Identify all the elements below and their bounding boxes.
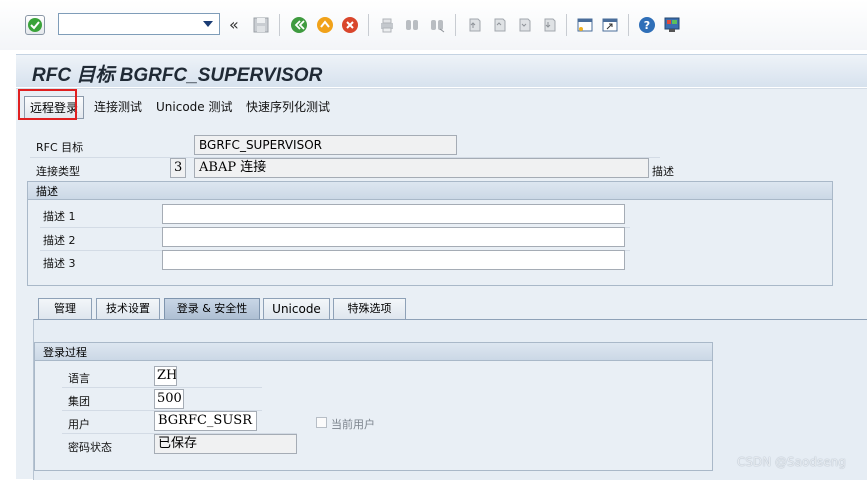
save-icon[interactable] [252, 16, 270, 34]
logon-group-title: 登录过程 [43, 346, 87, 359]
tab-logon-security[interactable]: 登录 & 安全性 [164, 298, 260, 319]
desc3-input[interactable] [162, 250, 625, 270]
language-input[interactable]: ZH [154, 366, 177, 386]
current-user-checkbox[interactable] [316, 417, 327, 428]
conn-type-code-field[interactable]: 3 [170, 158, 186, 178]
rfc-dest-field[interactable]: BGRFC_SUPERVISOR [194, 135, 457, 155]
toolbar-separator [455, 14, 456, 36]
help-icon[interactable]: ? [638, 16, 656, 34]
password-status-label: 密码状态 [68, 441, 112, 454]
last-page-icon[interactable] [540, 16, 558, 34]
rfc-dest-label: RFC 目标 [36, 141, 84, 154]
toolbar-separator [368, 14, 369, 36]
desc-suffix-label: 描述 [652, 165, 674, 178]
chevron-down-icon[interactable] [203, 21, 213, 27]
conn-type-text-field: ABAP 连接 [194, 158, 649, 178]
desc1-input[interactable] [162, 204, 625, 224]
tab-special-options[interactable]: 特殊选项 [333, 298, 406, 319]
system-toolbar: « ? [0, 0, 867, 50]
next-page-icon[interactable] [515, 16, 533, 34]
back-icon[interactable] [290, 16, 308, 34]
tab-admin[interactable]: 管理 [38, 298, 92, 319]
client-input[interactable]: 500 [154, 389, 184, 409]
watermark: CSDN @Saodseng [737, 455, 846, 469]
layout-icon[interactable] [663, 16, 681, 34]
desc1-label: 描述 1 [43, 210, 76, 223]
language-label: 语言 [68, 372, 90, 385]
current-user-label: 当前用户 [331, 418, 375, 431]
svg-text:?: ? [644, 19, 650, 32]
exit-icon[interactable] [316, 16, 334, 34]
desc2-label: 描述 2 [43, 234, 76, 247]
highlight-box [18, 89, 77, 120]
password-status-field: 已保存 [154, 434, 297, 454]
double-chevron-left-icon[interactable]: « [229, 16, 247, 34]
toolbar-separator [628, 14, 629, 36]
logon-group: 登录过程 [34, 342, 713, 471]
conn-type-label: 连接类型 [36, 165, 80, 178]
connection-test-button[interactable]: 连接测试 [94, 98, 142, 115]
logon-group-header: 登录过程 [35, 343, 712, 361]
shortcut-icon[interactable] [601, 16, 619, 34]
cancel-icon[interactable] [341, 16, 359, 34]
description-group-header: 描述 [28, 182, 832, 200]
first-page-icon[interactable] [465, 16, 483, 34]
user-label: 用户 [68, 418, 90, 431]
description-group-title: 描述 [36, 185, 58, 198]
page-title: RFC 目标 BGRFC_SUPERVISOR [32, 65, 323, 86]
tab-unicode[interactable]: Unicode [263, 298, 330, 319]
desc2-input[interactable] [162, 227, 625, 247]
toolbar-separator [279, 14, 280, 36]
tab-technical-settings[interactable]: 技术设置 [96, 298, 160, 319]
enter-icon[interactable] [25, 15, 45, 35]
previous-page-icon[interactable] [490, 16, 508, 34]
find-next-icon[interactable] [428, 16, 446, 34]
toolbar-separator [566, 14, 567, 36]
find-icon[interactable] [403, 16, 421, 34]
title-bar: RFC 目标 BGRFC_SUPERVISOR [16, 54, 867, 87]
new-session-icon[interactable] [576, 16, 594, 34]
client-label: 集团 [68, 395, 90, 408]
print-icon[interactable] [378, 16, 396, 34]
user-input[interactable]: BGRFC_SUSR [154, 411, 257, 431]
desc3-label: 描述 3 [43, 257, 76, 270]
unicode-test-button[interactable]: Unicode 测试 [156, 98, 232, 115]
serialization-test-button[interactable]: 快速序列化测试 [246, 98, 330, 115]
application-toolbar: 远程登录 连接测试 Unicode 测试 快速序列化测试 [16, 88, 867, 126]
row-divider [62, 387, 262, 388]
command-field[interactable] [58, 13, 220, 35]
